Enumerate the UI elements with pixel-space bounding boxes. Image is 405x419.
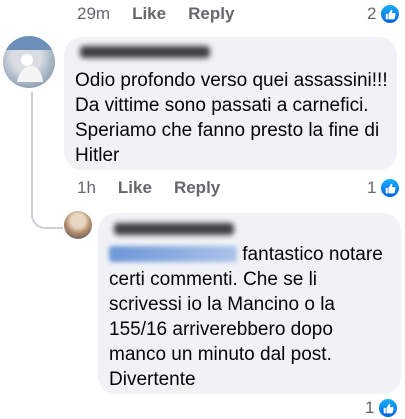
reply-reaction-count: 1 xyxy=(365,398,375,417)
comment-reply-button[interactable]: Reply xyxy=(174,178,220,198)
reply-line: Divertente xyxy=(109,369,196,390)
comment-like-button[interactable]: Like xyxy=(118,178,152,198)
reply-line: manco un minuto dal post. xyxy=(109,344,332,365)
thread-connector xyxy=(31,92,63,229)
avatar-photo-icon xyxy=(3,36,55,82)
comment-bubble: Odio profondo verso quei assassini!!! Da… xyxy=(64,37,397,170)
reply-line: 155/16 arriverebbero dopo xyxy=(109,319,333,340)
top-reply-button[interactable]: Reply xyxy=(188,4,234,24)
avatar[interactable] xyxy=(64,211,92,239)
reply-line: certi commenti. Che se li xyxy=(109,269,318,290)
avatar[interactable] xyxy=(3,36,55,88)
reply-text: fantastico notare certi commenti. Che se… xyxy=(109,242,399,392)
reply-bubble: fantastico notare certi commenti. Che se… xyxy=(98,213,401,394)
top-like-button[interactable]: Like xyxy=(132,4,166,24)
like-reaction-icon xyxy=(379,177,402,199)
reply-reactions[interactable]: 1 xyxy=(365,397,400,419)
top-time: 29m xyxy=(77,4,111,23)
reply-first-line: fantastico notare xyxy=(109,242,399,267)
comment-line: Da vittime sono passati a carnefici. xyxy=(75,95,369,116)
like-reaction-icon xyxy=(379,3,402,25)
comment-line: Hitler xyxy=(75,145,120,166)
comment-meta-row: 1h Like Reply xyxy=(77,177,220,199)
comment-reaction-count: 1 xyxy=(367,178,377,197)
top-reactions[interactable]: 2 xyxy=(367,3,402,25)
top-reaction-count: 2 xyxy=(367,4,377,23)
comment-line: Speriamo che fanno presto la fine di xyxy=(75,120,380,141)
like-reaction-icon xyxy=(377,397,400,419)
reply-line: scrivessi io la Mancino o la xyxy=(109,294,335,315)
comment-text: Odio profondo verso quei assassini!!! Da… xyxy=(75,68,395,168)
comment-author-name[interactable] xyxy=(80,46,210,58)
reply-author-name[interactable] xyxy=(114,223,234,235)
top-meta-row: 29m Like Reply xyxy=(77,3,234,25)
comment-reactions[interactable]: 1 xyxy=(367,177,402,199)
reply-line: fantastico notare xyxy=(242,244,383,265)
comment-time: 1h xyxy=(77,178,96,197)
comment-line: Odio profondo verso quei assassini!!! xyxy=(75,70,388,91)
reply-mention[interactable] xyxy=(109,246,237,262)
